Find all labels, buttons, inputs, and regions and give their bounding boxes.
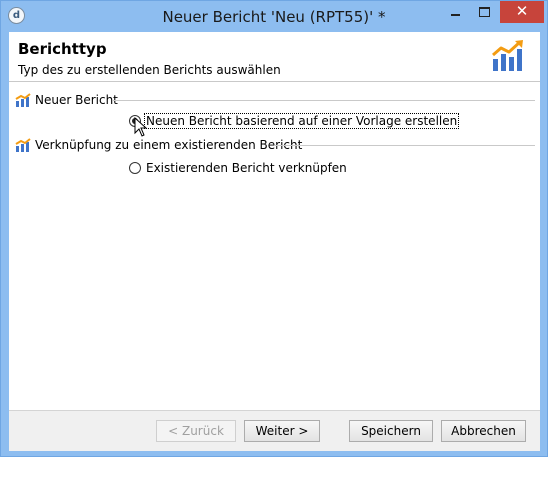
- group-new-report: Neuer Bericht: [15, 92, 118, 108]
- group-divider: [113, 100, 535, 101]
- close-icon: ✕: [515, 2, 529, 20]
- next-button[interactable]: Weiter >: [244, 420, 320, 442]
- group-label: Verknüpfung zu einem existierenden Beric…: [35, 138, 303, 152]
- radio-button[interactable]: [129, 115, 141, 127]
- report-chart-icon: [492, 40, 523, 71]
- radio-label[interactable]: Existierenden Bericht verknüpfen: [145, 161, 348, 175]
- radio-label[interactable]: Neuen Bericht basierend auf einer Vorlag…: [143, 113, 460, 129]
- dialog-window: d Neuer Bericht 'Neu (RPT55)' * ✕ Berich…: [0, 0, 548, 457]
- radio-option-link[interactable]: Existierenden Bericht verknüpfen: [129, 160, 348, 176]
- maximize-button[interactable]: [471, 1, 497, 23]
- button-bar: < Zurück Weiter > Speichern Abbrechen: [9, 410, 540, 451]
- title-bar[interactable]: d Neuer Bericht 'Neu (RPT55)' * ✕: [1, 1, 547, 31]
- group-link-report: Verknüpfung zu einem existierenden Beric…: [15, 137, 302, 153]
- radio-option-template[interactable]: Neuen Bericht basierend auf einer Vorlag…: [129, 113, 460, 129]
- wizard-header: Berichttyp Typ des zu erstellenden Beric…: [9, 32, 540, 82]
- minimize-button[interactable]: [442, 1, 468, 23]
- page-subtitle: Typ des zu erstellenden Berichts auswähl…: [18, 63, 281, 77]
- dialog-content: Berichttyp Typ des zu erstellenden Beric…: [9, 32, 540, 451]
- group-divider: [274, 145, 535, 146]
- report-chart-icon: [15, 93, 31, 107]
- cancel-button[interactable]: Abbrechen: [441, 420, 526, 442]
- group-label: Neuer Bericht: [35, 93, 118, 107]
- back-button[interactable]: < Zurück: [156, 420, 236, 442]
- save-button[interactable]: Speichern: [349, 420, 433, 442]
- report-chart-icon: [15, 138, 31, 152]
- page-title: Berichttyp: [18, 40, 107, 58]
- close-button[interactable]: ✕: [500, 1, 544, 23]
- radio-button[interactable]: [129, 162, 141, 174]
